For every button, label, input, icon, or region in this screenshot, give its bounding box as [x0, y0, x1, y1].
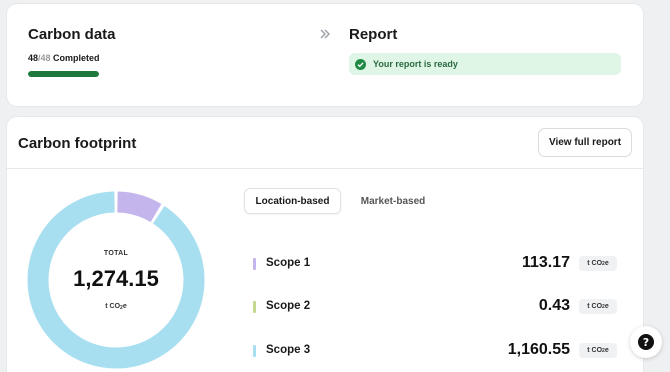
question-mark-icon: ?	[638, 334, 654, 350]
report-status: Your report is ready	[373, 59, 458, 69]
carbon-data-card: Carbon data 48/48 Completed Report Your …	[7, 4, 643, 106]
unit-badge: t CO 2 e	[579, 343, 617, 358]
total-unit-suffix: e	[122, 303, 127, 310]
carbon-footprint-card: Carbon footprint View full report TOTAL …	[7, 117, 643, 372]
scope-row: Scope 1 113.17 t CO 2 e	[253, 254, 617, 275]
scope-row: Scope 3 1,160.55 t CO 2 e	[253, 341, 617, 362]
unit-badge-base: t CO	[587, 260, 603, 267]
progress-text: 48/48 Completed	[28, 53, 100, 63]
report-title: Report	[349, 26, 398, 43]
scope-color-swatch	[253, 258, 256, 270]
scope-label: Scope 2	[266, 300, 311, 312]
card-divider	[7, 168, 643, 169]
unit-badge-base: t CO	[587, 347, 603, 354]
progress-label: Completed	[50, 53, 100, 63]
carbon-footprint-title: Carbon footprint	[18, 135, 137, 152]
report-ready-banner: Your report is ready	[349, 53, 621, 75]
total-unit-base: t CO	[105, 303, 121, 310]
unit-badge: t CO 2 e	[579, 256, 617, 271]
scope-value: 113.17	[521, 254, 570, 271]
unit-badge: t CO 2 e	[579, 299, 617, 314]
help-button[interactable]: ?	[630, 326, 662, 358]
view-full-report-button[interactable]: View full report	[538, 128, 632, 157]
scope-color-swatch	[253, 301, 256, 313]
total-unit: t CO2e	[27, 303, 205, 311]
progress-bar	[28, 71, 99, 77]
progress-bar-fill	[28, 71, 99, 77]
scope-row: Scope 2 0.43 t CO 2 e	[253, 297, 617, 318]
scope-label: Scope 1	[266, 257, 311, 269]
scope-color-swatch	[253, 345, 256, 357]
scope-label: Scope 3	[266, 344, 311, 356]
unit-badge-suffix: e	[604, 303, 609, 310]
unit-badge-base: t CO	[587, 303, 603, 310]
carbon-data-title: Carbon data	[28, 26, 116, 43]
scope-value: 1,160.55	[507, 341, 570, 358]
progress-done: 48	[28, 53, 39, 63]
svg-text:?: ?	[643, 336, 649, 349]
scope-value: 0.43	[538, 297, 570, 314]
double-chevron-right-icon	[320, 29, 330, 39]
tab-market-based[interactable]: Market-based	[352, 188, 434, 214]
unit-badge-suffix: e	[604, 347, 609, 354]
tab-location-based[interactable]: Location-based	[244, 188, 341, 214]
unit-badge-suffix: e	[604, 260, 609, 267]
check-circle-icon	[355, 58, 366, 70]
donut-center: TOTAL 1,274.15 t CO2e	[27, 191, 205, 369]
total-value: 1,274.15	[73, 266, 159, 291]
progress-total: /48	[38, 53, 51, 63]
total-label: TOTAL	[103, 250, 129, 257]
